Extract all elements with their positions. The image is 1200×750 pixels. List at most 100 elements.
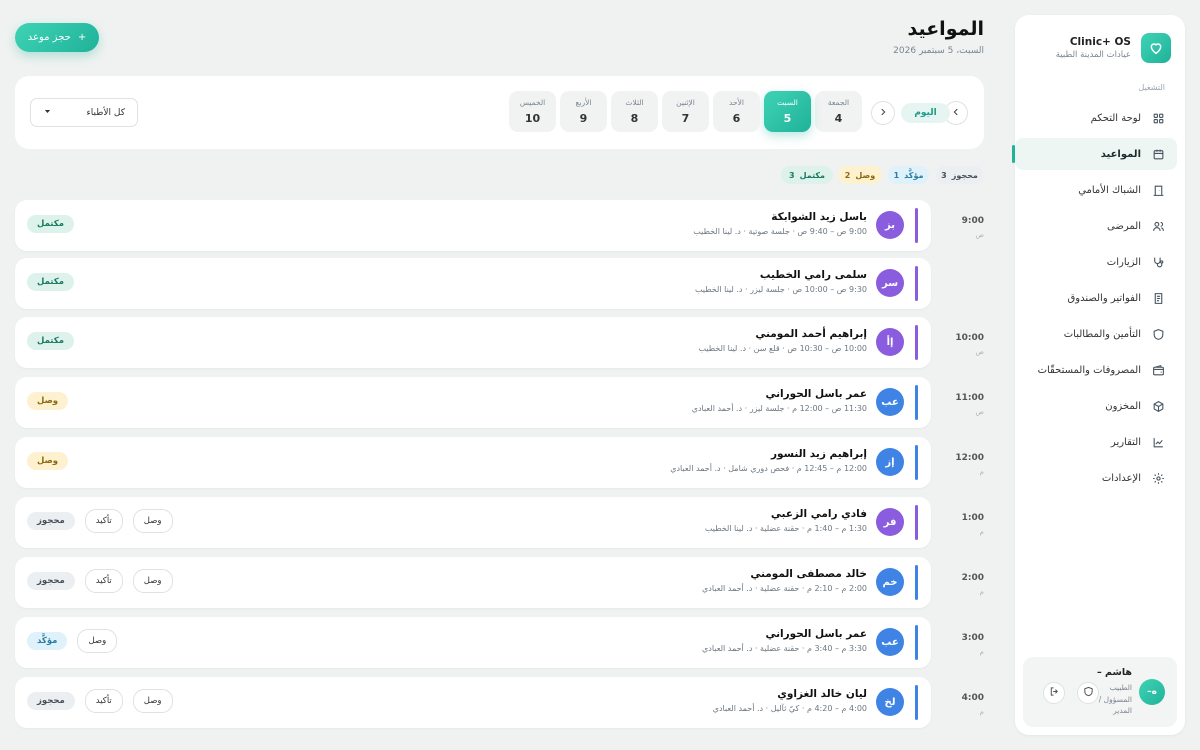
appointment-card[interactable]: سر سلمى رامي الخطيب 9:30 ص – 10:00 ص · ج…: [15, 258, 931, 309]
sidebar-item-label: لوحة التحكم: [1090, 112, 1141, 124]
badge-label: مؤكَّد: [904, 170, 924, 180]
sidebar-item-appointments[interactable]: المواعيد: [1012, 138, 1177, 170]
time-slot: 1:00 م: [944, 513, 984, 536]
sidebar-item-label: الشباك الأمامي: [1078, 184, 1141, 196]
security-button[interactable]: [1077, 682, 1099, 704]
time-period: ص: [975, 408, 984, 416]
day-thursday[interactable]: الخميس 10: [509, 91, 556, 132]
appointment-card[interactable]: إز إبراهيم زيد النسور 12:00 م – 12:45 م …: [15, 437, 931, 488]
doctor-color-bar: [915, 445, 918, 480]
patient-avatar: إز: [876, 448, 904, 476]
doctor-color-bar: [915, 505, 918, 540]
day-number: 5: [783, 112, 792, 125]
status-badge: محجوز: [27, 692, 75, 710]
sidebar-item-settings[interactable]: الإعدادات: [1015, 462, 1177, 494]
status-badge: مكتمل: [27, 332, 74, 350]
time-slot: 9:00 ص: [944, 216, 984, 239]
confirm-button[interactable]: تأكيد: [84, 569, 123, 593]
appointment-card[interactable]: لخ ليان خالد الغزاوي 4:00 م – 4:20 م · ك…: [15, 677, 931, 728]
today-button[interactable]: اليوم: [901, 103, 950, 123]
appointment-detail: 11:30 ص – 12:00 م · جلسة ليزر · د. أحمد …: [691, 404, 867, 413]
day-name: الخميس: [519, 98, 546, 107]
day-friday[interactable]: الجمعة 4: [815, 91, 862, 132]
confirm-button[interactable]: تأكيد: [84, 509, 123, 533]
patient-name: إبراهيم أحمد المومني: [755, 328, 867, 340]
patient-avatar: عب: [876, 388, 904, 416]
users-icon: [1151, 219, 1165, 233]
date-strip: اليوم الجمعة 4 السبت 5 الأحد 6 الإثنين 7 الث…: [15, 76, 984, 149]
doctor-color-bar: [915, 685, 918, 720]
arrive-button[interactable]: وصل: [132, 509, 173, 533]
chevron-right-icon: [878, 107, 888, 120]
status-badge: مؤكَّد: [27, 632, 68, 650]
day-number: 6: [732, 112, 741, 125]
sidebar-item-front-desk[interactable]: الشباك الأمامي: [1015, 174, 1177, 206]
day-monday[interactable]: الإثنين 7: [662, 91, 709, 132]
sidebar: Clinic+ OS عيادات المدينة الطبية التشغيل…: [1012, 15, 1185, 735]
doctor-filter-select[interactable]: كل الأطباء: [30, 98, 138, 127]
sidebar-item-visits[interactable]: الزيارات: [1015, 246, 1177, 278]
appointment-detail: 3:30 م – 3:40 م · حقنة عضلية · د. أحمد ا…: [702, 644, 867, 653]
badge-label: مكتمل: [799, 170, 825, 180]
patient-avatar: عب: [876, 628, 904, 656]
day-name: الأحد: [729, 98, 744, 107]
brand: Clinic+ OS عيادات المدينة الطبية: [1056, 33, 1171, 63]
time-value: 4:00: [961, 693, 984, 703]
patient-avatar: بز: [876, 211, 904, 239]
time-slot: 4:00 م: [944, 693, 984, 716]
shield-icon: [1083, 686, 1094, 700]
appointment-detail: 4:00 م – 4:20 م · كيّ ثآليل · د. أحمد ال…: [712, 704, 867, 713]
shield-icon: [1151, 327, 1165, 341]
status-badge: محجوز: [27, 572, 75, 590]
summary-booked: محجوز 3: [936, 166, 983, 184]
sidebar-item-expenses[interactable]: المصروفات والمستحقّات: [1015, 354, 1177, 386]
day-sunday[interactable]: الأحد 6: [713, 91, 760, 132]
time-value: 1:00: [961, 513, 984, 523]
sidebar-item-label: المواعيد: [1100, 148, 1141, 160]
door-icon: [1151, 183, 1165, 197]
appointment-card[interactable]: فر فادي رامي الزعبي 1:30 م – 1:40 م · حق…: [15, 497, 931, 548]
calendar-icon: [1151, 147, 1165, 161]
patient-avatar: إأ: [876, 328, 904, 356]
day-name: الجمعة: [827, 98, 850, 107]
day-saturday[interactable]: السبت 5: [764, 91, 811, 132]
appointment-detail: 9:30 ص – 10:00 ص · جلسة ليزر · د. لينا ا…: [694, 285, 867, 294]
time-slot: 3:00 م: [944, 633, 984, 656]
sidebar-item-billing[interactable]: الفواتير والصندوق: [1015, 282, 1177, 314]
sidebar-item-dashboard[interactable]: لوحة التحكم: [1015, 102, 1177, 134]
patient-avatar: سر: [876, 269, 904, 297]
appointment-card[interactable]: خم خالد مصطفى المومني 2:00 م – 2:10 م · …: [15, 557, 931, 608]
book-appointment-button[interactable]: + حجز موعد: [15, 23, 99, 52]
appointment-detail: 2:00 م – 2:10 م · حقنة عضلية · د. أحمد ا…: [702, 584, 867, 593]
appointment-card[interactable]: عب عمر باسل الحوراني 11:30 ص – 12:00 م ·…: [15, 377, 931, 428]
next-day-button[interactable]: [871, 101, 895, 125]
sidebar-item-inventory[interactable]: المخزون: [1015, 390, 1177, 422]
appointment-card[interactable]: إأ إبراهيم أحمد المومني 10:00 ص – 10:30 …: [15, 317, 931, 368]
arrive-button[interactable]: وصل: [132, 569, 173, 593]
time-value: 2:00: [961, 573, 984, 583]
arrive-button[interactable]: وصل: [132, 689, 173, 713]
patient-name: عمر باسل الحوراني: [765, 628, 867, 640]
appointment-card[interactable]: بز باسل زيد الشوابكة 9:00 ص – 9:40 ص · ج…: [15, 200, 931, 251]
doctor-color-bar: [915, 325, 918, 360]
arrive-button[interactable]: وصل: [77, 629, 118, 653]
sidebar-nav: لوحة التحكم المواعيد الشباك الأمامي المر…: [1012, 102, 1177, 498]
sidebar-item-insurance[interactable]: التأمين والمطالبات: [1015, 318, 1177, 350]
doctor-color-bar: [915, 266, 918, 301]
chart-icon: [1151, 435, 1165, 449]
chevron-down-icon: [43, 107, 52, 119]
appointment-card[interactable]: عب عمر باسل الحوراني 3:30 م – 3:40 م · ح…: [15, 617, 931, 668]
time-slot: 2:00 م: [944, 573, 984, 596]
day-wednesday[interactable]: الأربع 9: [560, 91, 607, 132]
sidebar-item-label: التأمين والمطالبات: [1063, 328, 1141, 340]
sidebar-item-reports[interactable]: التقارير: [1015, 426, 1177, 458]
day-tuesday[interactable]: الثلاث 8: [611, 91, 658, 132]
invoice-icon: [1151, 291, 1165, 305]
day-number: 9: [579, 112, 588, 125]
confirm-button[interactable]: تأكيد: [84, 689, 123, 713]
logout-button[interactable]: [1043, 682, 1065, 704]
doctor-filter-value: كل الأطباء: [86, 107, 125, 118]
doctor-color-bar: [915, 565, 918, 600]
appointment-detail: 12:00 م – 12:45 م · فحص دوري شامل · د. أ…: [670, 464, 867, 473]
sidebar-item-patients[interactable]: المرضى: [1015, 210, 1177, 242]
